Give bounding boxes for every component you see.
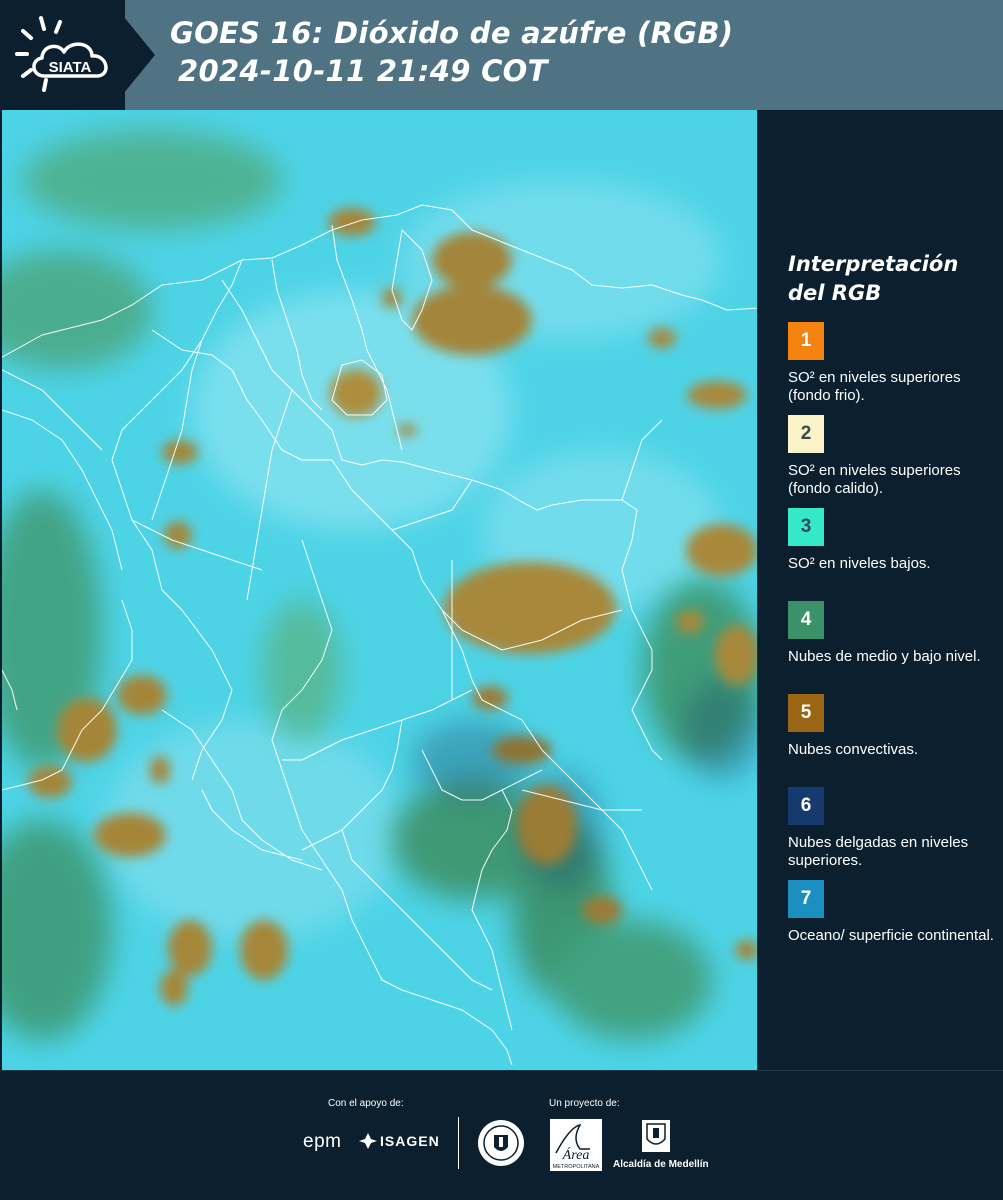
siata-logo: SIATA	[15, 16, 108, 92]
legend: Interpretación del RGB 1 SO² en niveles s…	[788, 250, 994, 973]
medellin-seal-icon	[478, 1120, 524, 1166]
footer-divider	[458, 1117, 459, 1169]
footer: Con el apoyo de: Un proyecto de: epm ISA…	[0, 1070, 1003, 1200]
page-title: GOES 16: Dióxido de azúfre (RGB) 2024-10…	[170, 14, 733, 90]
siata-logo-text: SIATA	[49, 59, 92, 76]
satellite-image	[2, 110, 757, 1070]
legend-title-line1: Interpretación	[788, 252, 959, 276]
legend-item: 1 SO² en niveles superiores (fondo frio).	[788, 322, 993, 415]
legend-item: 6 Nubes delgadas en niveles superiores.	[788, 787, 993, 880]
isagen-mark-icon	[359, 1133, 377, 1149]
legend-item: 7 Oceano/ superficie continental.	[788, 880, 994, 973]
legend-swatch: 1	[788, 322, 824, 360]
legend-swatch: 5	[788, 694, 824, 732]
epm-logo: epm	[303, 1131, 342, 1152]
legend-label: Nubes convectivas.	[788, 741, 919, 758]
legend-item: 3 SO² en niveles bajos.	[788, 508, 993, 601]
satellite-map[interactable]	[2, 110, 758, 1070]
legend-label: Nubes delgadas en niveles superiores.	[788, 834, 969, 869]
alcaldia-label: Alcaldía de Medellín	[613, 1159, 709, 1170]
isagen-logo: ISAGEN	[380, 1133, 440, 1149]
title-product: GOES 16: Dióxido de azúfre (RGB)	[170, 16, 734, 50]
legend-swatch: 3	[788, 508, 824, 546]
legend-label: Oceano/ superficie continental.	[788, 927, 994, 944]
legend-label: SO² en niveles bajos.	[788, 555, 931, 572]
isagen-logo-text: ISAGEN	[380, 1133, 440, 1149]
legend-item: 5 Nubes convectivas.	[788, 694, 993, 787]
sun-rays-icon	[15, 16, 62, 92]
title-timestamp: 2024-10-11 21:49 COT	[178, 54, 548, 88]
legend-items: 1 SO² en niveles superiores (fondo frio).…	[788, 322, 994, 973]
legend-swatch: 4	[788, 601, 824, 639]
legend-title: Interpretación del RGB	[788, 250, 993, 308]
legend-label: SO² en niveles superiores (fondo calido)…	[788, 462, 961, 497]
area-logo-subtext: METROPOLITANA	[553, 1164, 600, 1170]
legend-item: 4 Nubes de medio y bajo nivel.	[788, 601, 993, 694]
legend-title-line2: del RGB	[788, 281, 882, 305]
page: SIATA GOES 16: Dióxido de azúfre (RGB) 2…	[0, 0, 1003, 1200]
legend-swatch: 7	[788, 880, 824, 918]
support-label: Con el apoyo de:	[328, 1098, 404, 1109]
area-logo-text: Área	[562, 1146, 590, 1163]
legend-label: SO² en niveles superiores (fondo frio).	[788, 369, 961, 404]
legend-swatch: 2	[788, 415, 824, 453]
alcaldia-shield-icon	[642, 1120, 670, 1152]
area-metropolitana-logo: Área METROPOLITANA	[550, 1119, 602, 1171]
project-label: Un proyecto de:	[549, 1098, 620, 1109]
legend-swatch: 6	[788, 787, 824, 825]
legend-label: Nubes de medio y bajo nivel.	[788, 648, 981, 665]
header: SIATA GOES 16: Dióxido de azúfre (RGB) 2…	[0, 0, 1003, 110]
legend-item: 2 SO² en niveles superiores (fondo calido…	[788, 415, 993, 508]
